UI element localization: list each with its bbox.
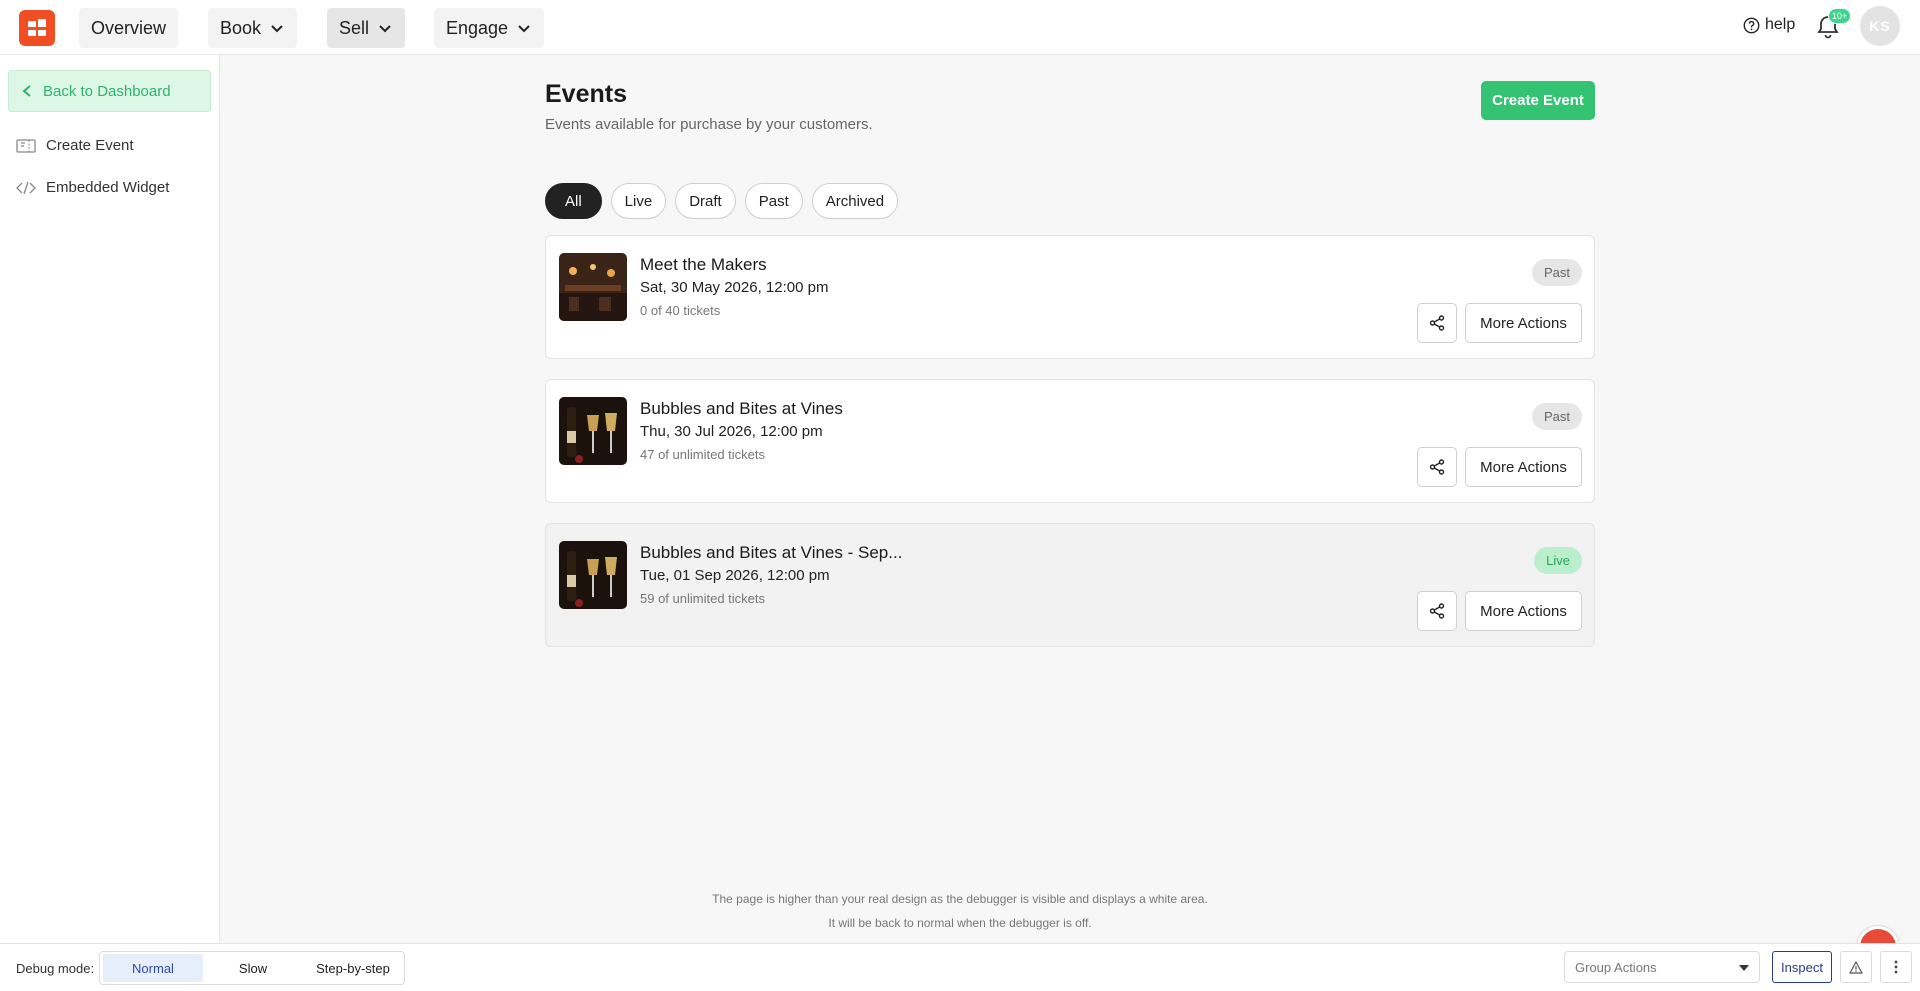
more-actions-button[interactable]: More Actions xyxy=(1465,447,1582,487)
warning-button[interactable] xyxy=(1840,951,1872,983)
group-actions-label: Group Actions xyxy=(1575,959,1657,975)
event-date: Sat, 30 May 2026, 12:00 pm xyxy=(640,279,829,296)
more-options-button[interactable] xyxy=(1880,951,1912,983)
status-badge: Past xyxy=(1531,403,1582,430)
logo-icon xyxy=(28,19,46,36)
event-tickets: 0 of 40 tickets xyxy=(640,303,721,318)
back-to-dashboard-button[interactable]: Back to Dashboard xyxy=(8,70,211,112)
event-card[interactable]: Bubbles and Bites at Vines Thu, 30 Jul 2… xyxy=(545,379,1595,503)
create-event-button[interactable]: Create Event xyxy=(1481,81,1595,120)
event-date: Tue, 01 Sep 2026, 12:00 pm xyxy=(640,567,830,584)
chevron-down-icon xyxy=(271,25,283,33)
debug-mode-slow[interactable]: Slow xyxy=(203,954,303,982)
page-subtitle: Events available for purchase by your cu… xyxy=(545,116,873,133)
help-label: help xyxy=(1765,16,1796,33)
share-button[interactable] xyxy=(1417,303,1457,343)
debug-mode-label: Debug mode: xyxy=(16,961,95,976)
debug-mode-selector: Normal Slow Step-by-step xyxy=(99,951,405,985)
app-logo[interactable] xyxy=(19,10,55,46)
event-thumbnail xyxy=(559,397,627,465)
event-image xyxy=(559,253,627,321)
inspect-button[interactable]: Inspect xyxy=(1772,951,1832,983)
help-circle-icon xyxy=(1743,17,1760,33)
event-image xyxy=(559,397,627,465)
event-tickets: 47 of unlimited tickets xyxy=(640,447,766,462)
event-thumbnail xyxy=(559,253,627,321)
back-to-dashboard-label: Back to Dashboard xyxy=(43,82,171,100)
event-title: Meet the Makers xyxy=(640,255,767,274)
help-link[interactable]: help xyxy=(1743,16,1795,34)
filter-archived[interactable]: Archived xyxy=(811,183,899,219)
filter-all[interactable]: All xyxy=(545,183,602,219)
avatar[interactable]: KS xyxy=(1860,6,1900,46)
event-card[interactable]: Meet the Makers Sat, 30 May 2026, 12:00 … xyxy=(545,235,1595,359)
sidebar-item-embedded-widget[interactable]: Embedded Widget xyxy=(16,179,169,196)
kebab-icon xyxy=(1894,960,1898,974)
sidebar-item-create-event[interactable]: Create Event xyxy=(16,137,134,154)
filter-past[interactable]: Past xyxy=(744,183,803,219)
sidebar-item-label: Create Event xyxy=(46,137,134,154)
nav-engage[interactable]: Engage xyxy=(434,8,545,48)
nav-book-label: Book xyxy=(220,17,262,38)
event-image xyxy=(559,541,627,609)
warning-icon xyxy=(1849,960,1863,974)
filter-tabs: All Live Draft Past Archived xyxy=(545,183,899,219)
status-badge: Past xyxy=(1531,259,1582,286)
top-navigation: Overview Book Sell Engage help 10+ KS xyxy=(0,0,1920,55)
sidebar-item-label: Embedded Widget xyxy=(46,179,170,196)
sidebar: Back to Dashboard Create Event Embedded … xyxy=(0,55,220,943)
share-icon xyxy=(1429,315,1445,331)
ticket-icon xyxy=(16,138,36,153)
group-actions-select[interactable]: Group Actions xyxy=(1564,951,1760,983)
event-tickets: 59 of unlimited tickets xyxy=(640,591,766,606)
chevron-down-icon xyxy=(379,25,391,33)
nav-sell[interactable]: Sell xyxy=(327,8,406,48)
nav-engage-label: Engage xyxy=(446,17,509,38)
notification-badge: 10+ xyxy=(1828,8,1852,24)
event-title: Bubbles and Bites at Vines - Sep... xyxy=(640,543,903,562)
debug-mode-step[interactable]: Step-by-step xyxy=(303,954,403,982)
more-actions-button[interactable]: More Actions xyxy=(1465,591,1582,631)
nav-sell-label: Sell xyxy=(339,17,370,38)
debug-mode-normal[interactable]: Normal xyxy=(103,954,203,982)
more-actions-button[interactable]: More Actions xyxy=(1465,303,1582,343)
debugger-note: The page is higher than your real design… xyxy=(712,892,1208,906)
chevron-left-icon xyxy=(22,85,31,97)
nav-overview[interactable]: Overview xyxy=(79,8,179,48)
event-date: Thu, 30 Jul 2026, 12:00 pm xyxy=(640,423,823,440)
chevron-down-icon xyxy=(518,25,530,33)
filter-live[interactable]: Live xyxy=(610,183,667,219)
share-icon xyxy=(1429,459,1445,475)
nav-book[interactable]: Book xyxy=(208,8,298,48)
share-button[interactable] xyxy=(1417,447,1457,487)
nav-overview-label: Overview xyxy=(91,17,167,38)
debug-bar: Debug mode: Normal Slow Step-by-step Gro… xyxy=(0,943,1920,991)
share-icon xyxy=(1429,603,1445,619)
debugger-note: It will be back to normal when the debug… xyxy=(828,916,1092,930)
share-button[interactable] xyxy=(1417,591,1457,631)
caret-down-icon xyxy=(1739,965,1749,971)
event-thumbnail xyxy=(559,541,627,609)
filter-draft[interactable]: Draft xyxy=(675,183,736,219)
status-badge: Live xyxy=(1534,547,1582,574)
event-title: Bubbles and Bites at Vines xyxy=(640,399,843,418)
event-card[interactable]: Bubbles and Bites at Vines - Sep... Tue,… xyxy=(545,523,1595,647)
code-icon xyxy=(16,181,36,194)
page-title: Events xyxy=(545,80,627,108)
